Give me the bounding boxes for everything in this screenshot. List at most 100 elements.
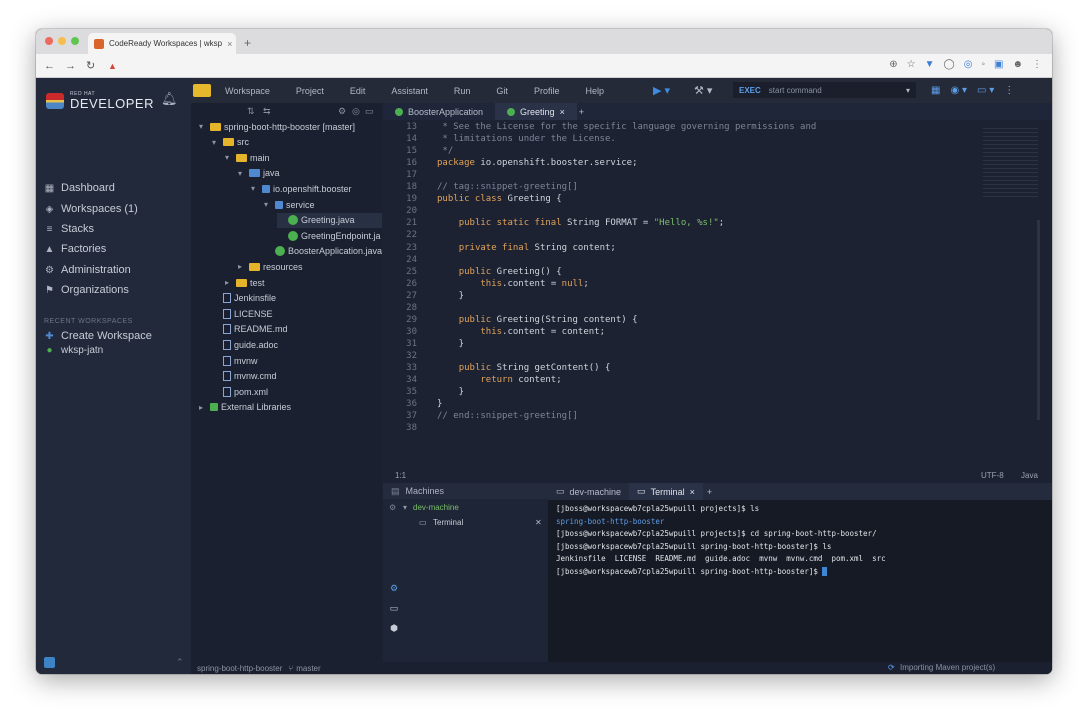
- tree-item[interactable]: ▸ resources: [238, 259, 382, 274]
- terminal-tab[interactable]: ▭ dev-machine: [548, 483, 629, 500]
- new-terminal-button[interactable]: +: [707, 487, 712, 497]
- terminal-tab[interactable]: ▭ Terminal ×: [629, 483, 703, 500]
- browser-menu-icon[interactable]: ⋮: [1032, 59, 1042, 70]
- terminal-output[interactable]: [jboss@workspacewb7cpla25wpuill projects…: [548, 500, 1052, 581]
- tree-item[interactable]: ▾ main: [225, 150, 382, 165]
- minimize-panel-icon[interactable]: ▭: [365, 106, 374, 117]
- editor-tab[interactable]: Greeting ×: [495, 103, 577, 120]
- nav-item-dashboard[interactable]: ▦ Dashboard: [44, 182, 115, 194]
- chevron-right-icon[interactable]: ▸: [199, 403, 207, 412]
- new-tab-button[interactable]: +: [244, 36, 251, 50]
- tree-item[interactable]: Jenkinsfile: [212, 291, 382, 306]
- more-icon[interactable]: ⋮: [1004, 85, 1014, 96]
- nav-item-factories[interactable]: ▲ Factories: [44, 243, 107, 255]
- menu-workspace[interactable]: Workspace: [225, 86, 270, 96]
- tree-item[interactable]: ▾ spring-boot-http-booster [master]: [199, 119, 382, 134]
- extension-icon[interactable]: ◎: [964, 59, 973, 70]
- chevron-down-icon[interactable]: ▾: [212, 138, 220, 147]
- collapse-nav-icon[interactable]: ⌃: [176, 657, 184, 668]
- address-bar[interactable]: ▲: [108, 58, 886, 74]
- nav-item-workspaces[interactable]: ◈ Workspaces (1): [44, 203, 138, 215]
- workspace-link[interactable]: ● wksp-jatn: [44, 345, 103, 356]
- tree-item[interactable]: GreetingEndpoint.ja: [277, 228, 382, 243]
- settings-icon[interactable]: ⚙: [389, 503, 396, 512]
- file-language[interactable]: Java: [1021, 471, 1038, 480]
- tree-item[interactable]: ▾ java: [238, 166, 382, 181]
- events-icon[interactable]: ⬢: [390, 623, 398, 634]
- tree-item[interactable]: mvnw: [212, 353, 382, 368]
- command-palette[interactable]: EXEC start command ▾: [733, 82, 916, 98]
- forward-icon[interactable]: →: [65, 60, 76, 72]
- reload-icon[interactable]: ↻: [86, 59, 95, 72]
- tree-item[interactable]: LICENSE: [212, 306, 382, 321]
- menu-edit[interactable]: Edit: [350, 86, 366, 96]
- menu-help[interactable]: Help: [585, 86, 604, 96]
- chevron-down-icon[interactable]: ▾: [199, 122, 207, 131]
- debug-icon[interactable]: ◉ ▾: [950, 85, 967, 96]
- editor-tab[interactable]: BoosterApplication: [383, 103, 495, 120]
- close-tab-icon[interactable]: ×: [690, 487, 695, 497]
- tree-item[interactable]: mvnw.cmd: [212, 369, 382, 384]
- collapse-all-icon[interactable]: ⇅: [247, 106, 255, 117]
- menu-assistant[interactable]: Assistant: [391, 86, 428, 96]
- machine-icon[interactable]: ▭ ▾: [977, 85, 994, 96]
- back-icon[interactable]: ←: [44, 60, 55, 72]
- settings-icon[interactable]: ⚙: [338, 106, 346, 117]
- build-icon[interactable]: ⚒ ▾: [694, 84, 712, 97]
- minimize-window-button[interactable]: [58, 37, 66, 45]
- extension-icon[interactable]: ◯: [944, 59, 955, 70]
- extension-icon[interactable]: ▼: [925, 59, 935, 70]
- close-tab-icon[interactable]: ×: [227, 39, 232, 49]
- zoom-icon[interactable]: ⊕: [889, 59, 897, 70]
- nav-item-stacks[interactable]: ≡ Stacks: [44, 223, 94, 235]
- workspace-indicator-icon[interactable]: [193, 84, 211, 97]
- tree-item[interactable]: ▾ service: [264, 197, 382, 212]
- browser-tab[interactable]: CodeReady Workspaces | wksp ×: [88, 33, 236, 54]
- menu-project[interactable]: Project: [296, 86, 324, 96]
- nav-item-administration[interactable]: ⚙ Administration: [44, 264, 131, 276]
- chevron-down-icon[interactable]: ▾: [251, 184, 259, 193]
- nav-item-organizations[interactable]: ⚑ Organizations: [44, 284, 129, 296]
- grid-icon[interactable]: ▦: [931, 85, 940, 96]
- chevron-down-icon[interactable]: ▾: [225, 153, 233, 162]
- menu-git[interactable]: Git: [496, 86, 508, 96]
- chevron-right-icon[interactable]: ▸: [238, 262, 246, 271]
- code-editor[interactable]: 13 * See the License for the specific la…: [383, 120, 1052, 470]
- new-editor-tab-button[interactable]: +: [579, 107, 584, 117]
- tree-item[interactable]: Greeting.java: [277, 212, 382, 228]
- machine-terminal-row[interactable]: ▭ Terminal ✕: [413, 518, 548, 532]
- chevron-down-icon[interactable]: ▾: [238, 169, 246, 178]
- refresh-icon[interactable]: ◎: [352, 106, 360, 117]
- chevron-down-icon[interactable]: ▾: [264, 200, 272, 209]
- tree-item[interactable]: ▸ test: [225, 275, 382, 290]
- extension-icon[interactable]: ◦: [981, 59, 985, 70]
- menu-run[interactable]: Run: [454, 86, 471, 96]
- notification-bell-icon[interactable]: 🔔︎: [161, 91, 178, 107]
- chevron-down-icon[interactable]: ▾: [906, 86, 910, 95]
- close-icon[interactable]: ✕: [535, 518, 542, 527]
- close-window-button[interactable]: [45, 37, 53, 45]
- chevron-down-icon[interactable]: ▾: [403, 503, 407, 512]
- help-icon[interactable]: [44, 657, 55, 668]
- create-workspace-link[interactable]: ✚ Create Workspace: [44, 330, 152, 342]
- run-icon[interactable]: ▶ ▾: [653, 84, 670, 97]
- tree-item[interactable]: pom.xml: [212, 384, 382, 399]
- extension-icon[interactable]: ▣: [994, 59, 1003, 70]
- profile-avatar[interactable]: ☻: [1012, 59, 1023, 70]
- editor-scrollbar[interactable]: [1037, 220, 1040, 420]
- bookmark-icon[interactable]: ☆: [907, 59, 916, 70]
- tree-item[interactable]: guide.adoc: [212, 337, 382, 352]
- tree-item[interactable]: ▾ io.openshift.booster: [251, 181, 382, 196]
- close-tab-icon[interactable]: ×: [560, 107, 565, 117]
- menu-profile[interactable]: Profile: [534, 86, 560, 96]
- tree-item[interactable]: ▾ src: [212, 135, 382, 150]
- link-editor-icon[interactable]: ⇆: [263, 106, 271, 117]
- minimap[interactable]: [983, 125, 1038, 197]
- maximize-window-button[interactable]: [71, 37, 79, 45]
- chevron-right-icon[interactable]: ▸: [225, 278, 233, 287]
- tree-item[interactable]: BoosterApplication.java: [264, 244, 382, 259]
- debug-icon[interactable]: ⚙: [390, 583, 398, 594]
- file-encoding[interactable]: UTF-8: [981, 471, 1004, 480]
- tree-item[interactable]: README.md: [212, 322, 382, 337]
- tree-item[interactable]: ▸ External Libraries: [199, 400, 382, 415]
